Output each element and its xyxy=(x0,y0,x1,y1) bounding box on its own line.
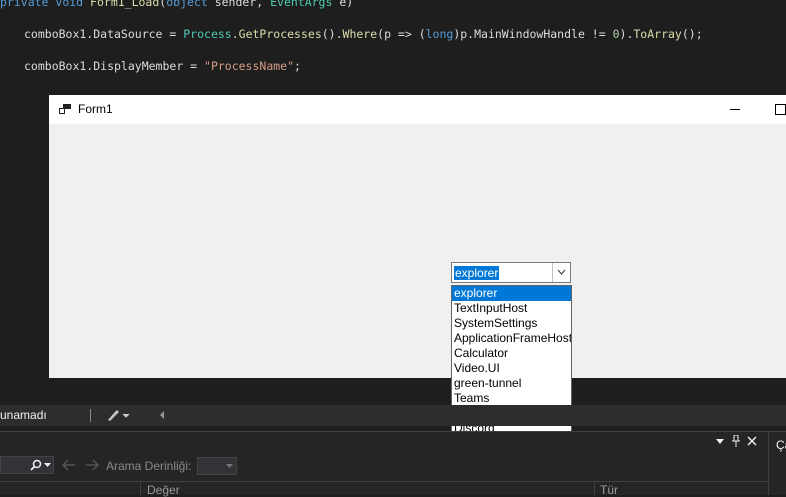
search-dropdown-icon[interactable] xyxy=(44,463,51,468)
dropdown-item[interactable]: SystemSettings xyxy=(452,316,571,331)
combobox-dropdown-button[interactable] xyxy=(552,263,570,282)
column-header-value[interactable]: Değer xyxy=(147,483,180,497)
status-text: unamadı xyxy=(0,408,47,422)
dropdown-item[interactable]: green-tunnel xyxy=(452,376,571,391)
code-editor[interactable]: private void Form1_Load(object sender, E… xyxy=(0,0,786,96)
forward-arrow-icon[interactable] xyxy=(85,459,99,471)
form1-window: Form1 explorer xyxy=(49,95,786,378)
right-panel-tab[interactable]: Ça xyxy=(776,438,786,452)
chevron-down-icon xyxy=(226,464,233,468)
status-bar-fill xyxy=(385,405,786,426)
chevron-down-icon xyxy=(557,269,566,275)
scroll-left-icon[interactable] xyxy=(158,410,166,420)
search-box[interactable] xyxy=(0,456,54,474)
debug-tool-window: Ça Arama Derinliği: Değer Tür xyxy=(0,431,786,497)
combobox-dropdown-list[interactable]: explorer TextInputHost SystemSettings Appli… xyxy=(451,285,572,451)
search-depth-label: Arama Derinliği: xyxy=(106,459,192,473)
search-depth-select[interactable] xyxy=(197,457,237,475)
status-divider xyxy=(90,409,91,422)
maximize-button[interactable] xyxy=(766,95,786,124)
minimize-button[interactable] xyxy=(715,95,755,124)
dropdown-item[interactable]: ApplicationFrameHost xyxy=(452,331,571,346)
window-title: Form1 xyxy=(78,102,113,116)
back-arrow-icon[interactable] xyxy=(62,459,76,471)
dropdown-item[interactable]: Video.UI xyxy=(452,361,571,376)
form-icon xyxy=(59,104,71,114)
window-titlebar[interactable]: Form1 xyxy=(49,95,786,124)
dropdown-item[interactable]: TextInputHost xyxy=(452,301,571,316)
editor-status-bar: unamadı xyxy=(0,405,786,426)
process-combobox[interactable]: explorer xyxy=(451,262,571,283)
dropdown-item[interactable]: explorer xyxy=(452,286,571,301)
dropdown-item[interactable]: Teams xyxy=(452,391,571,406)
code-line-1: private void Form1_Load(object sender, E… xyxy=(0,0,354,9)
minimize-icon xyxy=(730,109,740,110)
maximize-icon xyxy=(775,104,786,115)
dropdown-item[interactable]: Calculator xyxy=(452,346,571,361)
brush-icon[interactable] xyxy=(106,409,130,422)
panel-divider xyxy=(768,432,769,495)
column-header-type[interactable]: Tür xyxy=(600,483,618,497)
code-line-2: comboBox1.DataSource = Process.GetProces… xyxy=(24,27,703,41)
pin-icon[interactable] xyxy=(731,435,741,447)
window-menu-icon[interactable] xyxy=(716,437,724,445)
search-icon xyxy=(30,459,42,471)
code-line-3: comboBox1.DisplayMember = "ProcessName"; xyxy=(24,59,301,73)
combobox-selected-text: explorer xyxy=(454,266,500,280)
close-icon[interactable] xyxy=(747,436,757,446)
